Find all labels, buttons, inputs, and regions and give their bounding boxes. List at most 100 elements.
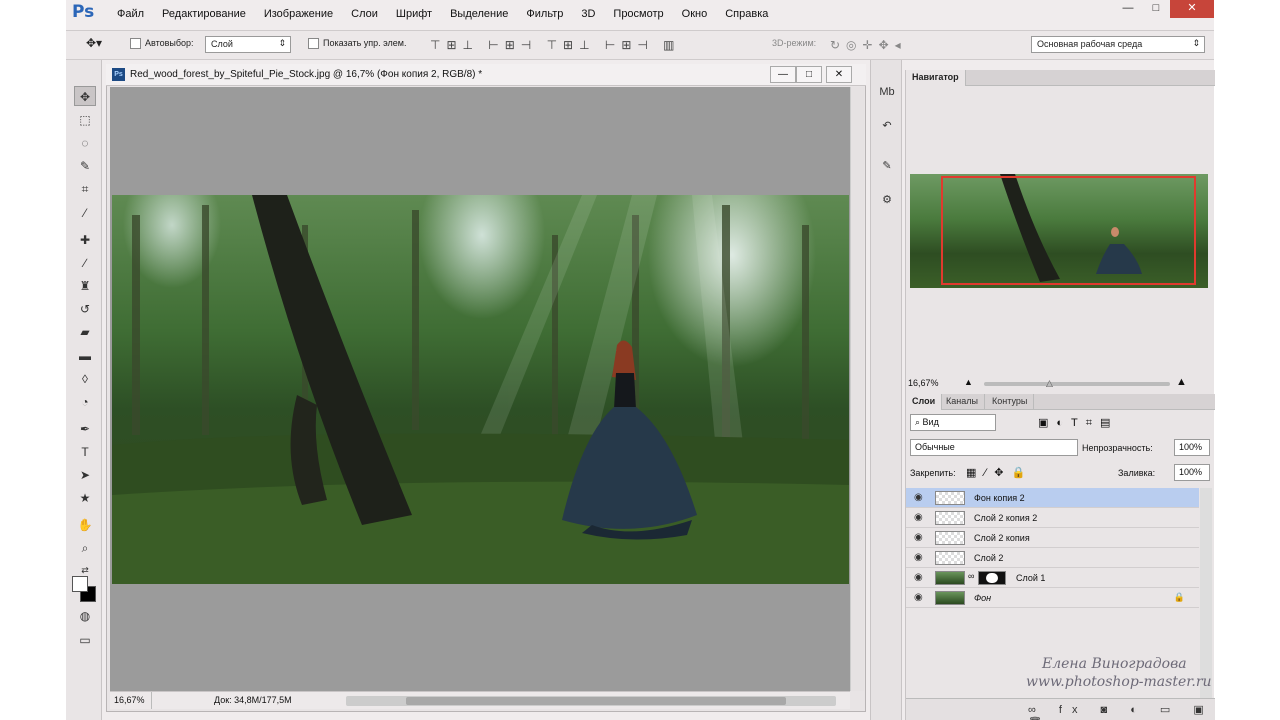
zoom-slider-knob[interactable]: △ xyxy=(1046,378,1053,389)
opacity-field[interactable]: 100% xyxy=(1174,439,1210,456)
tab-layers[interactable]: Слои xyxy=(906,394,943,410)
tab-navigator[interactable]: Навигатор xyxy=(906,70,966,86)
layer-filter-select[interactable]: ⌕ Вид xyxy=(910,414,996,431)
fill-field[interactable]: 100% xyxy=(1174,464,1210,481)
navigator-preview[interactable] xyxy=(910,174,1208,288)
doc-zoom-field[interactable]: 16,67% xyxy=(110,692,152,709)
3d-mode-icons[interactable]: ↻◎✛✥◂ xyxy=(830,38,907,52)
workspace-select[interactable]: Основная рабочая среда xyxy=(1031,36,1205,53)
healing-brush-tool-icon[interactable]: ✚ xyxy=(74,230,96,250)
show-controls-checkbox[interactable]: Показать упр. элем. xyxy=(308,38,406,50)
navigator-view-rectangle[interactable] xyxy=(941,176,1196,285)
app-maximize-button[interactable]: □ xyxy=(1142,0,1170,18)
chain-link-icon[interactable]: ∞ xyxy=(968,571,974,581)
menu-help[interactable]: Справка xyxy=(716,8,777,20)
app-minimize-button[interactable]: — xyxy=(1114,0,1142,18)
layer-mask-thumbnail[interactable] xyxy=(978,571,1006,585)
watermark-author: Елена Виноградова xyxy=(1042,656,1187,672)
horizontal-scrollbar[interactable] xyxy=(346,696,836,706)
layer-row[interactable]: ◉ ∞ Слой 1 xyxy=(906,568,1199,588)
menu-3d[interactable]: 3D xyxy=(572,8,604,20)
eye-icon[interactable]: ◉ xyxy=(914,552,923,563)
align-icons[interactable]: ⊤⊞⊥ ⊢⊞⊣ ⊤⊞⊥ ⊢⊞⊣ ▥ xyxy=(430,38,681,52)
document-title: Red_wood_forest_by_Spiteful_Pie_Stock.jp… xyxy=(130,69,483,80)
doc-maximize-button[interactable]: □ xyxy=(796,66,822,83)
marquee-tool-icon[interactable]: ⬚ xyxy=(74,110,96,130)
doc-close-button[interactable]: ✕ xyxy=(826,66,852,83)
gradient-tool-icon[interactable]: ▬ xyxy=(74,346,96,366)
quick-select-tool-icon[interactable]: ✎ xyxy=(74,156,96,176)
blur-tool-icon[interactable]: ◊ xyxy=(74,369,96,389)
doc-minimize-button[interactable]: — xyxy=(770,66,796,83)
menu-view[interactable]: Просмотр xyxy=(604,8,672,20)
move-tool-icon[interactable]: ✥ xyxy=(74,86,96,106)
zoom-in-icon[interactable]: ▲ xyxy=(1176,376,1187,388)
layer-row[interactable]: ◉ Слой 2 xyxy=(906,548,1199,568)
blend-mode-select[interactable]: Обычные xyxy=(910,439,1078,456)
history-brush-tool-icon[interactable]: ↺ xyxy=(74,299,96,319)
ps-document-icon: Ps xyxy=(112,68,125,81)
autoselect-checkbox[interactable]: Автовыбор: xyxy=(130,38,194,50)
doc-size-info[interactable]: Док: 34,8M/177,5M xyxy=(214,695,292,705)
hand-tool-icon[interactable]: ✋ xyxy=(74,515,96,535)
eye-icon[interactable]: ◉ xyxy=(914,592,923,603)
menu-file[interactable]: Файл xyxy=(108,8,153,20)
navigator-zoom-value[interactable]: 16,67% xyxy=(908,378,939,388)
zoom-out-icon[interactable]: ▲ xyxy=(964,377,973,387)
horizontal-scroll-thumb[interactable] xyxy=(406,697,786,705)
layer-row[interactable]: ◉ Слой 2 копия 2 xyxy=(906,508,1199,528)
menu-layers[interactable]: Слои xyxy=(342,8,387,20)
zoom-tool-icon[interactable]: ⌕ xyxy=(74,538,96,558)
forest-photo-canvas[interactable] xyxy=(112,195,849,584)
foreground-color-swatch[interactable] xyxy=(72,576,88,592)
document-status-bar: 16,67% Док: 34,8M/177,5M xyxy=(110,691,850,709)
mini-bridge-icon[interactable]: Mb xyxy=(877,82,897,102)
menu-filter[interactable]: Фильтр xyxy=(517,8,572,20)
type-tool-icon[interactable]: T xyxy=(74,442,96,462)
menu-type[interactable]: Шрифт xyxy=(387,8,441,20)
move-tool-preset-icon[interactable]: ✥▾ xyxy=(86,36,102,50)
layer-filter-icons[interactable]: ▣◐T⌗▤ xyxy=(1038,416,1118,430)
layer-name: Слой 2 копия xyxy=(974,533,1030,543)
brush-tool-icon[interactable]: ∕ xyxy=(74,253,96,273)
clone-source-icon[interactable]: ⚙ xyxy=(877,190,897,210)
menu-image[interactable]: Изображение xyxy=(255,8,342,20)
app-close-button[interactable]: ✕ xyxy=(1170,0,1214,18)
navigator-zoom-row: 16,67% ▲ △ ▲ xyxy=(906,376,1215,392)
history-panel-icon[interactable]: ↶ xyxy=(877,116,897,136)
menu-window[interactable]: Окно xyxy=(673,8,717,20)
lasso-tool-icon[interactable]: ◌ xyxy=(74,133,96,153)
brush-presets-icon[interactable]: ✎ xyxy=(877,156,897,176)
layer-row[interactable]: ◉ Слой 2 копия xyxy=(906,528,1199,548)
autoselect-target-select[interactable]: Слой xyxy=(205,36,291,53)
tab-paths[interactable]: Контуры xyxy=(986,394,1035,410)
crop-tool-icon[interactable]: ⌗ xyxy=(74,179,96,199)
menu-select[interactable]: Выделение xyxy=(441,8,517,20)
eye-icon[interactable]: ◉ xyxy=(914,512,923,523)
layer-row[interactable]: ◉ Фон копия 2 xyxy=(906,488,1199,508)
pen-tool-icon[interactable]: ✒ xyxy=(74,419,96,439)
layer-name: Фон xyxy=(974,593,992,603)
lock-icon[interactable]: 🔒 xyxy=(1174,592,1185,603)
path-select-tool-icon[interactable]: ➤ xyxy=(74,465,96,485)
layer-row[interactable]: ◉ Фон 🔒 xyxy=(906,588,1199,608)
clone-stamp-tool-icon[interactable]: ♜ xyxy=(74,276,96,296)
menu-edit[interactable]: Редактирование xyxy=(153,8,255,20)
screen-mode-icon[interactable]: ▭ xyxy=(74,630,96,650)
document-tab[interactable]: Ps Red_wood_forest_by_Spiteful_Pie_Stock… xyxy=(106,64,866,86)
eraser-tool-icon[interactable]: ▰ xyxy=(74,322,96,342)
quick-mask-icon[interactable]: ◍ xyxy=(74,606,96,626)
tab-channels[interactable]: Каналы xyxy=(940,394,985,410)
layer-action-icons[interactable]: ∞ fx ◙ ◐ ▭ ▣ 🗑 xyxy=(1028,703,1215,720)
vertical-scrollbar[interactable] xyxy=(850,87,864,691)
eyedropper-tool-icon[interactable]: ⁄ xyxy=(74,203,96,223)
eye-icon[interactable]: ◉ xyxy=(914,572,923,583)
navigator-zoom-slider[interactable] xyxy=(984,382,1170,386)
eye-icon[interactable]: ◉ xyxy=(914,492,923,503)
lock-icons[interactable]: ▦∕✥🔒 xyxy=(966,466,1033,479)
shape-tool-icon[interactable]: ★ xyxy=(74,488,96,508)
layers-scrollbar[interactable] xyxy=(1200,488,1212,698)
eye-icon[interactable]: ◉ xyxy=(914,532,923,543)
main-menu: Файл Редактирование Изображение Слои Шри… xyxy=(108,8,777,20)
dodge-tool-icon[interactable]: ◔ xyxy=(74,392,96,412)
